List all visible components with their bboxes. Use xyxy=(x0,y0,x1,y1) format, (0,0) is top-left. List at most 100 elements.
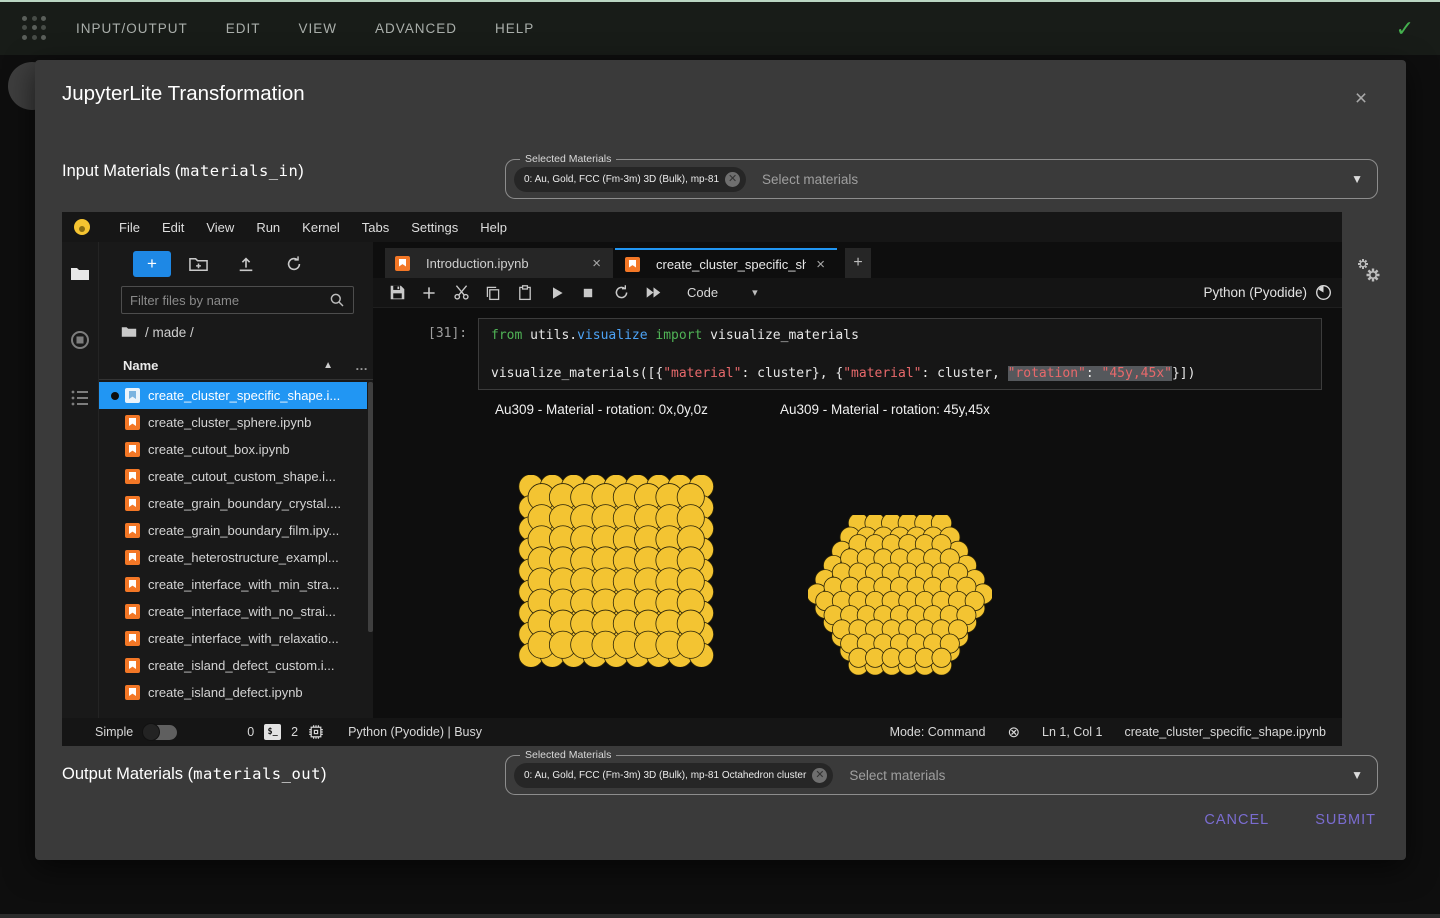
file-list-header[interactable]: Name ▲ … xyxy=(99,352,373,380)
dropdown-caret-icon[interactable]: ▼ xyxy=(1351,172,1363,186)
search-icon xyxy=(329,292,345,308)
tab-close-icon[interactable]: × xyxy=(814,256,827,273)
jupyter-menu-item-file[interactable]: File xyxy=(108,220,151,235)
jupyter-menu-item-kernel[interactable]: Kernel xyxy=(291,220,351,235)
chip-remove-icon[interactable]: ✕ xyxy=(812,768,827,783)
notebook-tab[interactable]: create_cluster_specific_sha× xyxy=(615,248,837,278)
simple-mode-toggle[interactable] xyxy=(143,725,177,740)
header-menu-icon[interactable]: … xyxy=(355,358,369,373)
app-grid-icon[interactable] xyxy=(22,16,48,42)
dialog-actions: CANCEL SUBMIT xyxy=(35,812,1406,828)
file-row[interactable]: create_cluster_sphere.ipynb xyxy=(99,409,367,436)
file-row[interactable]: create_cluster_specific_shape.i... xyxy=(99,382,367,409)
screen: INPUT/OUTPUTEDITVIEWADVANCEDHELP ✓ Jupyt… xyxy=(0,0,1440,918)
file-name: create_cutout_custom_shape.i... xyxy=(148,469,336,484)
running-dot-placeholder xyxy=(111,608,119,616)
input-label-suffix: ) xyxy=(298,162,304,180)
file-row[interactable]: create_island_defect.ipynb xyxy=(99,679,367,706)
output-label-prefix: Output Materials ( xyxy=(62,765,193,783)
jupyter-menu-item-view[interactable]: View xyxy=(195,220,245,235)
code-cell[interactable]: from utils.visualize import visualize_ma… xyxy=(478,318,1322,390)
jupyter-menu-item-settings[interactable]: Settings xyxy=(400,220,469,235)
restart-kernel-icon[interactable] xyxy=(613,284,645,301)
running-sessions-icon[interactable] xyxy=(70,330,90,350)
notebook-tab[interactable]: Introduction.ipynb× xyxy=(385,248,613,278)
kernel-status-text[interactable]: Python (Pyodide) | Busy xyxy=(348,725,482,739)
running-dot-placeholder xyxy=(111,581,119,589)
file-row[interactable]: create_cutout_custom_shape.i... xyxy=(99,463,367,490)
cut-cells-icon[interactable] xyxy=(453,284,485,301)
input-materials-select[interactable]: Selected Materials 0: Au, Gold, FCC (Fm-… xyxy=(505,159,1378,199)
code-line xyxy=(491,345,1309,364)
dropdown-caret-icon[interactable]: ▼ xyxy=(1351,768,1363,782)
file-row[interactable]: create_interface_with_no_strai... xyxy=(99,598,367,625)
interrupt-kernel-icon[interactable] xyxy=(581,286,613,300)
breadcrumb[interactable]: / made / xyxy=(121,324,194,340)
output-label: Au309 - Material - rotation: 0x,0y,0z xyxy=(495,402,708,417)
kernel-chip-icon xyxy=(308,724,324,740)
terminals-count[interactable]: 0 xyxy=(247,725,254,739)
file-row[interactable]: create_grain_boundary_film.ipy... xyxy=(99,517,367,544)
jupyter-menu: FileEditViewRunKernelTabsSettingsHelp xyxy=(108,220,518,235)
file-row[interactable]: create_grain_boundary_crystal.... xyxy=(99,490,367,517)
code-line: from utils.visualize import visualize_ma… xyxy=(491,326,1309,345)
notebook-dock: Introduction.ipynb×create_cluster_specif… xyxy=(373,242,1342,718)
file-row[interactable]: create_heterostructure_exampl... xyxy=(99,544,367,571)
output-material-chip[interactable]: 0: Au, Gold, FCC (Fm-3m) 3D (Bulk), mp-8… xyxy=(514,763,833,788)
cursor-position[interactable]: Ln 1, Col 1 xyxy=(1042,725,1102,739)
jupyter-menu-item-tabs[interactable]: Tabs xyxy=(351,220,400,235)
copy-cells-icon[interactable] xyxy=(485,285,517,301)
chip-remove-icon[interactable]: ✕ xyxy=(725,172,740,187)
run-all-icon[interactable] xyxy=(645,284,677,301)
input-material-chip[interactable]: 0: Au, Gold, FCC (Fm-3m) 3D (Bulk), mp-8… xyxy=(514,167,746,192)
notebook-file-icon xyxy=(125,496,140,511)
paste-cells-icon[interactable] xyxy=(517,285,549,301)
top-menu-item-edit[interactable]: EDIT xyxy=(226,21,261,36)
cell-type-caret-icon[interactable]: ▾ xyxy=(752,286,758,299)
file-name: create_island_defect_custom.i... xyxy=(148,658,334,673)
breadcrumb-path[interactable]: / made / xyxy=(145,325,194,340)
running-dot-placeholder xyxy=(111,527,119,535)
jupyterlite-frame: FileEditViewRunKernelTabsSettingsHelp xyxy=(62,212,1342,746)
top-menu-item-view[interactable]: VIEW xyxy=(299,21,338,36)
top-menu-item-help[interactable]: HELP xyxy=(495,21,534,36)
check-icon[interactable]: ✓ xyxy=(1396,16,1414,42)
new-launcher-button[interactable]: + xyxy=(133,251,171,277)
settings-gears-icon[interactable] xyxy=(1353,256,1385,288)
kernels-count[interactable]: 2 xyxy=(291,725,298,739)
run-cell-icon[interactable] xyxy=(549,285,581,301)
sort-caret-icon[interactable]: ▲ xyxy=(323,360,333,371)
jupyter-menu-item-run[interactable]: Run xyxy=(245,220,291,235)
save-icon[interactable] xyxy=(389,284,421,301)
jupyter-menu-item-edit[interactable]: Edit xyxy=(151,220,195,235)
cell-type-select[interactable]: Code xyxy=(687,285,718,300)
file-row[interactable]: create_interface_with_min_stra... xyxy=(99,571,367,598)
notebook-file-icon xyxy=(125,415,140,430)
top-menu-item-advanced[interactable]: ADVANCED xyxy=(375,21,457,36)
file-browser-toolbar: + xyxy=(99,250,373,278)
tab-close-icon[interactable]: × xyxy=(590,255,603,272)
kernel-name[interactable]: Python (Pyodide) xyxy=(1203,285,1307,300)
running-dot-placeholder xyxy=(111,500,119,508)
upload-icon[interactable] xyxy=(237,255,267,273)
file-browser-tab-icon[interactable] xyxy=(70,264,90,284)
top-menu-item-input-output[interactable]: INPUT/OUTPUT xyxy=(76,21,188,36)
close-icon[interactable]: × xyxy=(1347,86,1375,114)
add-tab-button[interactable]: + xyxy=(845,248,871,278)
file-filter-input[interactable] xyxy=(122,293,329,308)
file-row[interactable]: create_cutout_box.ipynb xyxy=(99,436,367,463)
output-materials-select[interactable]: Selected Materials 0: Au, Gold, FCC (Fm-… xyxy=(505,755,1378,795)
refresh-icon[interactable] xyxy=(285,255,315,273)
file-row[interactable]: create_island_defect_custom.i... xyxy=(99,652,367,679)
jupyter-menu-item-help[interactable]: Help xyxy=(469,220,518,235)
cancel-button[interactable]: CANCEL xyxy=(1204,812,1269,828)
input-label-prefix: Input Materials ( xyxy=(62,162,180,180)
insert-cell-icon[interactable] xyxy=(421,285,453,301)
table-of-contents-icon[interactable] xyxy=(70,388,90,408)
input-select-placeholder: Select materials xyxy=(762,172,858,187)
file-row[interactable]: create_interface_with_relaxatio... xyxy=(99,625,367,652)
submit-button[interactable]: SUBMIT xyxy=(1315,812,1376,828)
new-folder-icon[interactable] xyxy=(189,255,219,274)
input-field-legend: Selected Materials xyxy=(520,153,616,165)
column-header-name[interactable]: Name xyxy=(123,358,158,373)
